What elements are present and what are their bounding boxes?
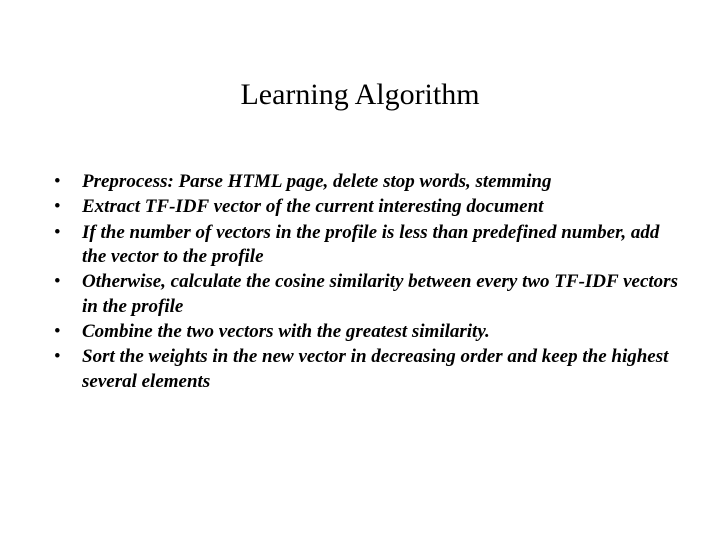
list-item: Preprocess: Parse HTML page, delete stop… [40, 170, 680, 194]
slide-body: Preprocess: Parse HTML page, delete stop… [40, 170, 680, 395]
list-item: Sort the weights in the new vector in de… [40, 345, 680, 394]
slide: Learning Algorithm Preprocess: Parse HTM… [0, 0, 720, 540]
bullet-list: Preprocess: Parse HTML page, delete stop… [40, 170, 680, 394]
slide-title: Learning Algorithm [0, 78, 720, 112]
list-item: Extract TF-IDF vector of the current int… [40, 195, 680, 219]
list-item: If the number of vectors in the profile … [40, 221, 680, 270]
list-item: Combine the two vectors with the greates… [40, 320, 680, 344]
list-item: Otherwise, calculate the cosine similari… [40, 270, 680, 319]
